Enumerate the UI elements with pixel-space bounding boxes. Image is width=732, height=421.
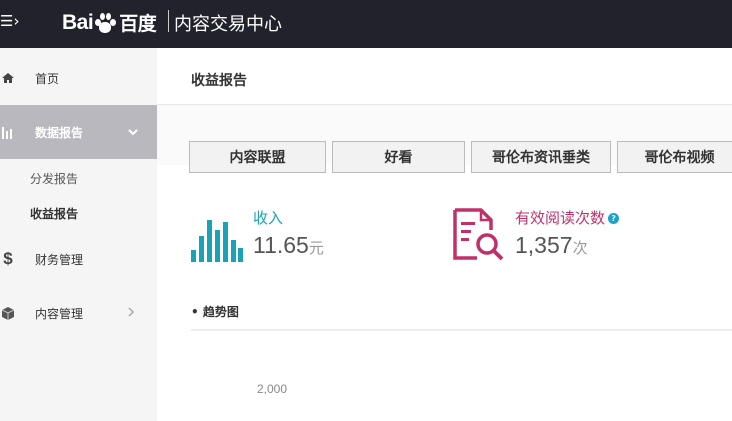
platform-tabs: 内容联盟 好看 哥伦布资讯垂类 哥伦布视频: [189, 141, 732, 173]
reads-label-wrap: 有效阅读次数?: [515, 207, 620, 228]
chevron-right-icon: [128, 306, 135, 320]
income-value: 11.65: [253, 232, 309, 258]
menu-toggle-icon[interactable]: ☰›: [0, 12, 19, 30]
sidebar-item-label: 内容管理: [35, 306, 84, 321]
bar-chart-icon: [0, 124, 16, 140]
reads-unit: 次: [572, 240, 588, 257]
subnav-distribution-report[interactable]: 分发报告: [30, 170, 78, 187]
box-icon: [0, 305, 16, 321]
trend-chart-title: • 趋势图: [191, 305, 239, 319]
document-search-icon: [451, 208, 505, 266]
help-icon[interactable]: ?: [608, 213, 620, 224]
y-axis-tick: 2,000: [257, 382, 288, 396]
logo-text-cn: 百度: [119, 14, 157, 35]
reads-label: 有效阅读次数: [515, 209, 606, 227]
sidebar-item-label: 财务管理: [35, 252, 84, 267]
reads-value: 1,357: [515, 232, 573, 258]
sidebar-item-content[interactable]: 内容管理: [0, 286, 157, 340]
sidebar-item-label: 数据报告: [35, 125, 84, 140]
paw-icon: [94, 12, 117, 34]
tab-haokan[interactable]: 好看: [332, 141, 465, 173]
baidu-logo[interactable]: Bai 百度: [62, 9, 157, 36]
subnav-revenue-report[interactable]: 收益报告: [30, 205, 78, 222]
income-value-wrap: 11.65元: [253, 232, 324, 259]
divider: [191, 329, 732, 331]
reads-metric: 有效阅读次数? 1,357次: [451, 204, 681, 264]
top-bar: ☰› Bai 百度 内容交易中心: [0, 0, 732, 48]
sidebar-item-data-report[interactable]: 数据报告: [0, 105, 157, 159]
reads-value-wrap: 1,357次: [515, 232, 588, 259]
dollar-icon: $: [3, 249, 13, 268]
app-title: 内容交易中心: [174, 14, 282, 35]
income-label: 收入: [253, 209, 284, 227]
sidebar-item-label: 首页: [35, 71, 60, 86]
chevron-down-icon: [128, 125, 138, 139]
title-divider: [168, 10, 169, 32]
tab-columbus-news[interactable]: 哥伦布资讯垂类: [471, 141, 611, 173]
logo-text-latin: Bai: [62, 10, 94, 34]
bar-chart-icon: [191, 210, 243, 266]
tab-columbus-video[interactable]: 哥伦布视频: [617, 141, 732, 173]
main-content: 收益报告 内容联盟 好看 哥伦布资讯垂类 哥伦布视频 收入 11.65元 有效阅…: [157, 48, 732, 421]
home-icon: [0, 70, 16, 86]
sidebar-item-home[interactable]: 首页: [0, 51, 157, 105]
sidebar-item-finance[interactable]: $ 财务管理: [0, 232, 157, 286]
income-unit: 元: [308, 240, 324, 257]
tab-content-alliance[interactable]: 内容联盟: [189, 141, 326, 173]
page-title: 收益报告: [191, 73, 247, 89]
income-metric: 收入 11.65元: [191, 204, 391, 264]
sidebar: 首页 数据报告 分发报告 收益报告 $ 财务管理 内容管理: [0, 48, 157, 421]
